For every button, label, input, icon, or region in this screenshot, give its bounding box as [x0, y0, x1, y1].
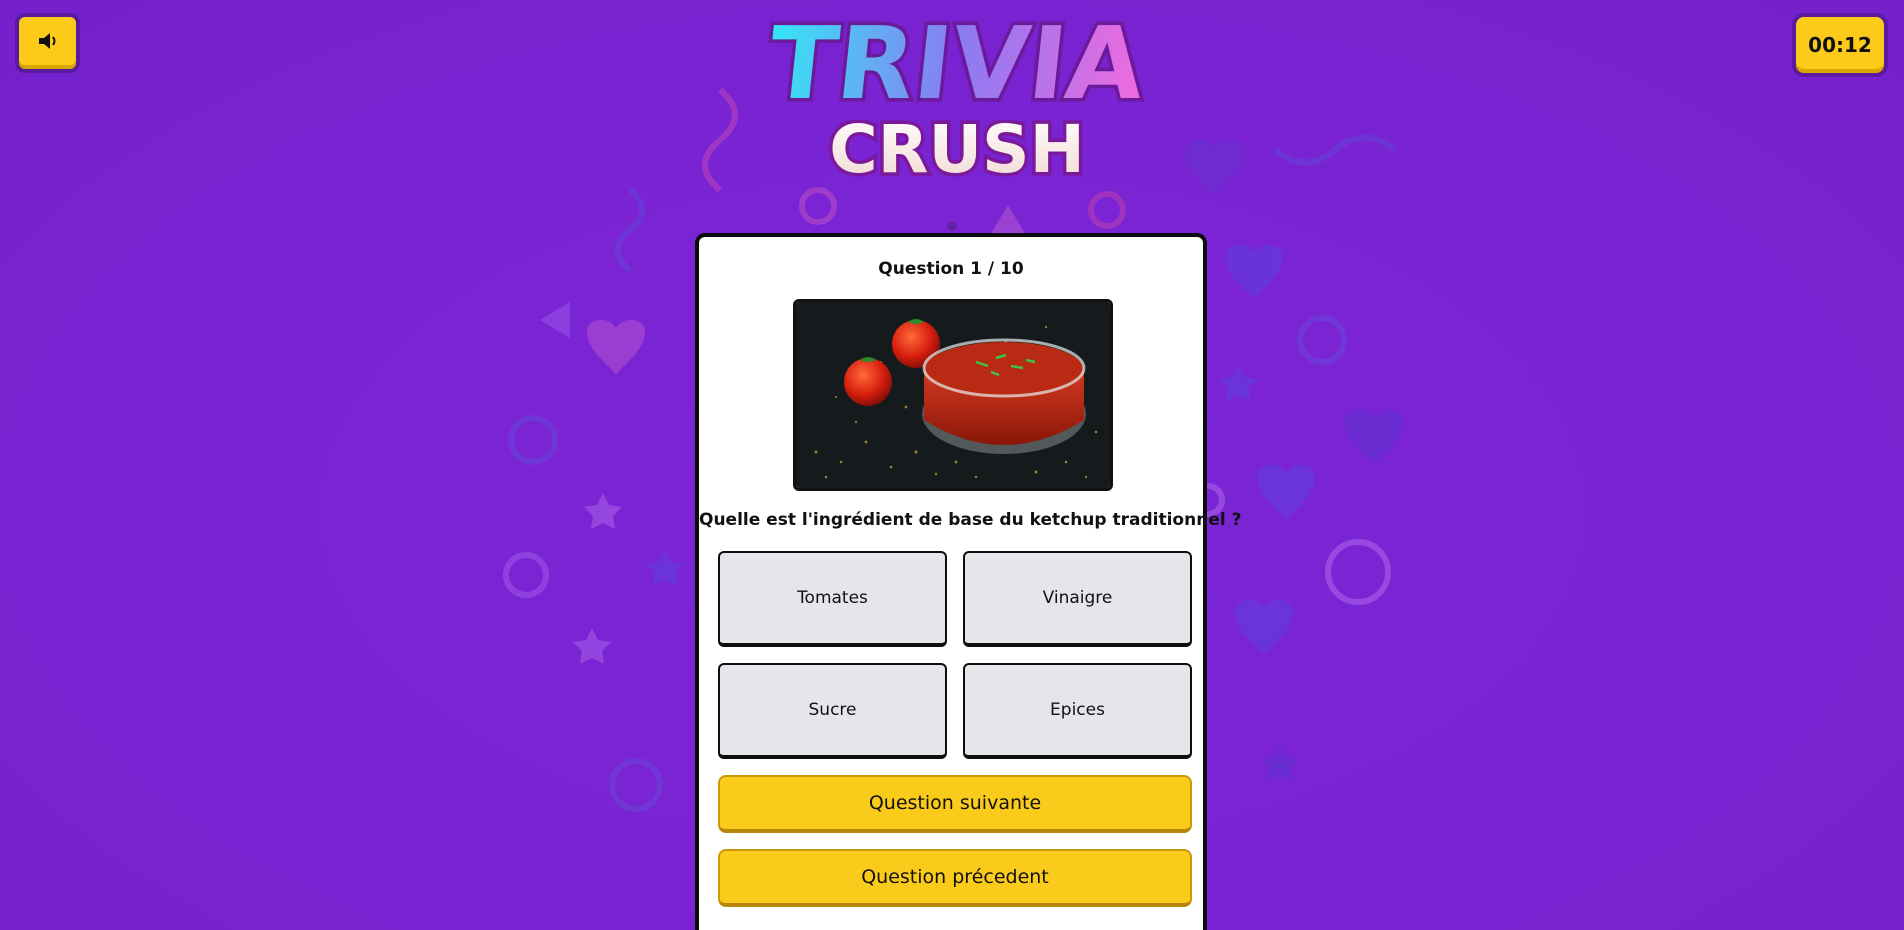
question-text: Quelle est l'ingrédient de base du ketch…	[699, 510, 1242, 530]
question-counter: Question 1 / 10	[878, 259, 1024, 279]
next-question-button[interactable]: Question suivante	[718, 775, 1192, 833]
game-screen: TRIVIA CRUSH 00:12 Question 1 / 10 Quell…	[0, 0, 1904, 930]
answer-option-4[interactable]: Epices	[963, 663, 1192, 759]
answer-option-1[interactable]: Tomates	[718, 551, 947, 647]
logo-crush-text: CRUSH	[829, 111, 1085, 185]
trivia-crush-logo: TRIVIA CRUSH	[760, 2, 1154, 185]
previous-question-button[interactable]: Question précedent	[718, 849, 1192, 907]
question-image	[793, 299, 1113, 491]
timer: 00:12	[1792, 13, 1888, 77]
ketchup-photo	[796, 302, 1110, 488]
sound-toggle-button[interactable]	[15, 13, 80, 73]
answer-option-3[interactable]: Sucre	[718, 663, 947, 759]
logo-trivia-text: TRIVIA	[763, 5, 1150, 122]
quiz-card: Question 1 / 10 Quelle est l'ingrédient …	[695, 233, 1242, 930]
answer-option-2[interactable]: Vinaigre	[963, 551, 1192, 647]
speaker-icon	[36, 30, 60, 56]
